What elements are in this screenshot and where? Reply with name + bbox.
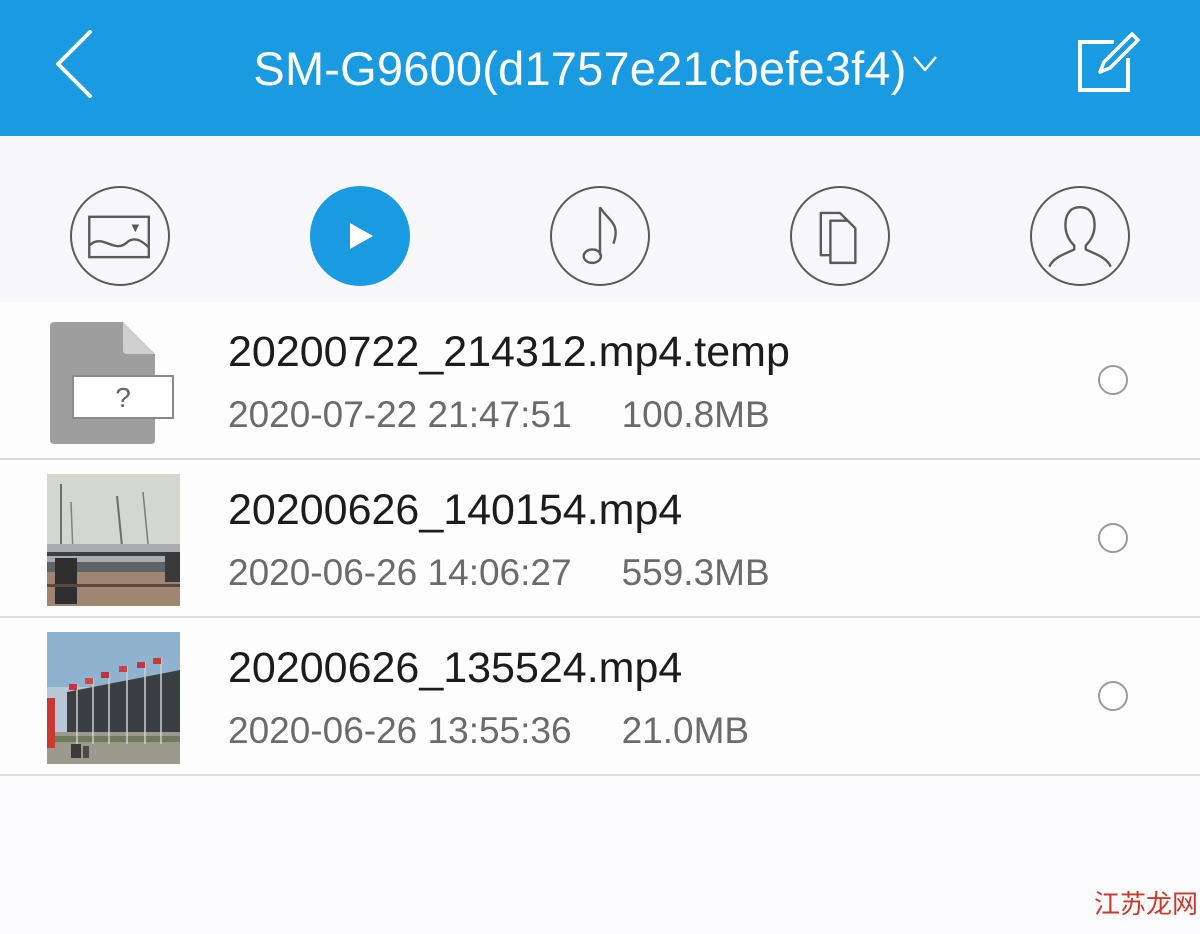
file-meta: 2020-06-26 13:55:36 21.0MB (228, 710, 749, 752)
category-tabs (0, 136, 1200, 302)
back-button[interactable] (40, 24, 110, 104)
file-thumbnail: ? (47, 316, 180, 448)
file-date: 2020-06-26 13:55:36 (228, 710, 572, 751)
file-meta: 2020-06-26 14:06:27 559.3MB (228, 552, 770, 594)
chevron-down-icon (912, 56, 937, 72)
tab-contacts[interactable] (1030, 186, 1130, 286)
file-name: 20200626_135524.mp4 (228, 644, 683, 692)
list-item[interactable]: 20200626_140154.mp4 2020-06-26 14:06:27 5… (0, 460, 1200, 618)
file-size: 100.8MB (621, 394, 770, 435)
device-title: SM-G9600(d1757e21cbefe3f4) (253, 41, 907, 95)
select-radio[interactable] (1098, 365, 1128, 395)
device-selector[interactable]: SM-G9600(d1757e21cbefe3f4) (253, 41, 938, 96)
file-size: 21.0MB (621, 710, 750, 751)
tab-images[interactable] (70, 186, 170, 286)
svg-text:?: ? (115, 382, 131, 413)
list-item[interactable]: ? 20200722_214312.mp4.temp 2020-07-22 21… (0, 302, 1200, 460)
tab-videos[interactable] (310, 186, 410, 286)
file-date: 2020-07-22 21:47:51 (228, 394, 572, 435)
flags-building-video-thumbnail (47, 632, 180, 764)
documents-icon (819, 211, 857, 265)
select-radio[interactable] (1098, 523, 1128, 553)
harbor-video-thumbnail (47, 474, 180, 606)
edit-button[interactable] (1070, 26, 1150, 98)
file-name: 20200626_140154.mp4 (228, 486, 683, 534)
file-list: ? 20200722_214312.mp4.temp 2020-07-22 21… (0, 302, 1200, 776)
chevron-left-icon (56, 30, 92, 98)
select-radio[interactable] (1098, 681, 1128, 711)
edit-icon (1078, 32, 1140, 92)
tab-documents[interactable] (790, 186, 890, 286)
file-thumbnail (47, 632, 180, 764)
list-item[interactable]: 20200626_135524.mp4 2020-06-26 13:55:36 2… (0, 618, 1200, 776)
file-thumbnail (47, 474, 180, 606)
watermark: 江苏龙网 (1094, 889, 1199, 919)
file-date: 2020-06-26 14:06:27 (228, 552, 572, 593)
music-note-icon (582, 206, 617, 265)
top-bar: SM-G9600(d1757e21cbefe3f4) (0, 0, 1200, 136)
file-meta: 2020-07-22 21:47:51 100.8MB (228, 394, 770, 436)
unknown-file-icon: ? (50, 322, 174, 444)
play-icon (350, 223, 373, 249)
file-name: 20200722_214312.mp4.temp (228, 328, 790, 376)
image-icon (88, 215, 150, 259)
tab-music[interactable] (550, 186, 650, 286)
person-icon (1048, 206, 1112, 268)
file-size: 559.3MB (621, 552, 770, 593)
